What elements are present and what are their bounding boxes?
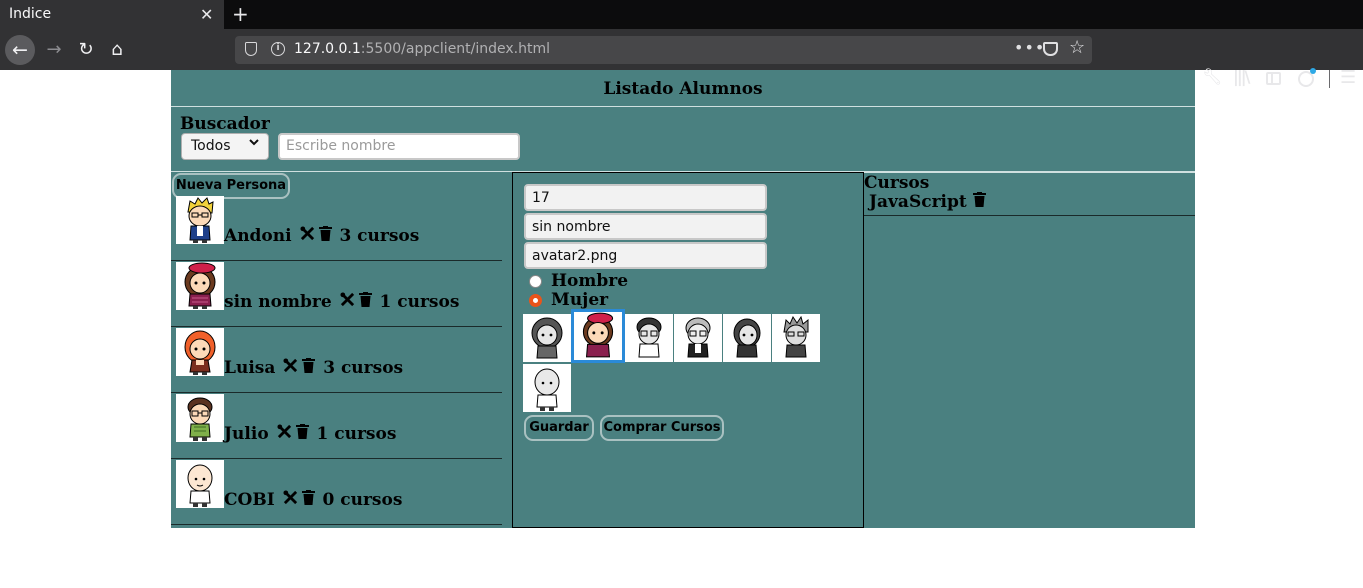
- search-input[interactable]: Escribe nombre: [278, 133, 520, 160]
- save-button[interactable]: Guardar: [524, 415, 594, 441]
- url-bar[interactable]: i 127.0.0.1:5500/appclient/index.html ••…: [235, 36, 1092, 64]
- avatar[interactable]: [176, 460, 224, 508]
- course-name-text: JavaScript: [869, 192, 967, 212]
- name-field[interactable]: sin nombre: [524, 213, 767, 240]
- avatar-option[interactable]: [625, 314, 673, 362]
- avatar-option[interactable]: [674, 314, 722, 362]
- avatar[interactable]: [176, 196, 224, 244]
- hamburger-menu-icon[interactable]: ☰: [1340, 67, 1356, 88]
- home-icon[interactable]: ⌂: [103, 36, 131, 64]
- person-row[interactable]: Luisa 3 cursos: [171, 327, 502, 393]
- person-text: COBI 0 cursos: [224, 490, 402, 510]
- trash-icon[interactable]: [301, 490, 315, 510]
- app-page: Listado Alumnos Buscador Todos Escribe n…: [171, 70, 1195, 528]
- avatar-option[interactable]: [772, 314, 820, 362]
- url-path: :5500/appclient/index.html: [360, 41, 551, 57]
- radio-label: Mujer: [551, 290, 609, 310]
- radio-label: Hombre: [551, 271, 629, 291]
- search-section: Buscador Todos Escribe nombre: [171, 107, 1195, 172]
- pocket-icon[interactable]: [1043, 42, 1058, 56]
- buy-courses-button[interactable]: Comprar Cursos: [600, 415, 724, 441]
- url-host: 127.0.0.1: [294, 41, 361, 57]
- person-name: Julio: [224, 424, 269, 444]
- back-arrow-icon[interactable]: ←: [5, 35, 35, 65]
- courses-title: Cursos: [864, 173, 930, 193]
- tab-title: Indice: [9, 6, 52, 22]
- radio-mujer[interactable]: [529, 294, 542, 307]
- avatar-field[interactable]: avatar2.png: [524, 242, 767, 269]
- reload-icon[interactable]: ↻: [72, 36, 100, 64]
- person-row[interactable]: Julio 1 cursos: [171, 393, 502, 459]
- trash-icon[interactable]: [302, 358, 316, 378]
- url-text[interactable]: 127.0.0.1:5500/appclient/index.html: [294, 41, 550, 57]
- page-header: Listado Alumnos: [171, 70, 1195, 107]
- edit-tools-icon[interactable]: [283, 490, 298, 510]
- avatar-option-selected[interactable]: [571, 309, 625, 363]
- forward-arrow-icon[interactable]: →: [40, 36, 68, 64]
- edit-tools-icon[interactable]: [299, 226, 315, 246]
- person-name: COBI: [224, 490, 275, 510]
- person-text: Andoni 3 cursos: [224, 226, 419, 246]
- person-name: Andoni: [224, 226, 292, 246]
- person-course-count: 1 cursos: [316, 424, 397, 444]
- avatar-option[interactable]: [523, 364, 571, 412]
- course-row[interactable]: JavaScript: [864, 191, 1195, 216]
- trash-icon[interactable]: [318, 226, 332, 246]
- new-tab-icon[interactable]: +: [232, 2, 249, 26]
- filter-select-value: Todos: [191, 138, 231, 154]
- person-row[interactable]: sin nombre 1 cursos: [171, 261, 502, 327]
- person-course-count: 1 cursos: [379, 292, 460, 312]
- active-tab[interactable]: Indice ✕: [0, 0, 224, 29]
- person-name: Luisa: [224, 358, 276, 378]
- tab-strip: Indice ✕ +: [0, 0, 1363, 29]
- trash-icon[interactable]: [358, 292, 372, 312]
- search-section-label: Buscador: [180, 114, 270, 134]
- account-icon[interactable]: [1298, 68, 1316, 87]
- person-row[interactable]: COBI 0 cursos: [171, 459, 502, 525]
- avatar[interactable]: [176, 262, 224, 310]
- sidebar-icon[interactable]: [1266, 72, 1281, 85]
- person-course-count: 3 cursos: [339, 226, 420, 246]
- avatar[interactable]: [176, 328, 224, 376]
- person-form: 17 sin nombre avatar2.png Hombre Mujer G…: [512, 172, 864, 528]
- trash-icon[interactable]: [972, 192, 986, 212]
- person-course-count: 3 cursos: [323, 358, 404, 378]
- shield-icon[interactable]: [245, 42, 257, 56]
- avatar-option[interactable]: [523, 314, 571, 362]
- person-text: Luisa 3 cursos: [224, 358, 403, 378]
- more-actions-icon[interactable]: •••: [1014, 38, 1045, 57]
- id-field[interactable]: 17: [524, 184, 767, 211]
- person-course-count: 0 cursos: [322, 490, 403, 510]
- tab-close-icon[interactable]: ✕: [200, 5, 213, 24]
- chevron-down-icon: [248, 136, 260, 151]
- person-text: sin nombre 1 cursos: [224, 292, 459, 312]
- bookmark-star-icon[interactable]: ☆: [1069, 37, 1085, 58]
- page-title: Listado Alumnos: [603, 79, 763, 99]
- edit-tools-icon[interactable]: [340, 292, 355, 312]
- library-icon[interactable]: |||\: [1233, 67, 1250, 86]
- person-row[interactable]: Andoni 3 cursos: [171, 195, 502, 261]
- person-text: Julio 1 cursos: [224, 424, 396, 444]
- avatar[interactable]: [176, 394, 224, 442]
- toolbar-separator: [1329, 70, 1330, 88]
- courses-panel: Cursos JavaScript: [864, 172, 1195, 528]
- filter-select[interactable]: Todos: [181, 133, 269, 160]
- people-list: Nueva Persona Andoni 3 cursos sin nombre…: [171, 172, 502, 528]
- radio-hombre[interactable]: [529, 275, 542, 288]
- info-icon[interactable]: i: [271, 42, 285, 56]
- wrench-icon[interactable]: 🔧︎: [1202, 67, 1222, 86]
- edit-tools-icon[interactable]: [277, 424, 292, 444]
- trash-icon[interactable]: [295, 424, 309, 444]
- edit-tools-icon[interactable]: [283, 358, 298, 378]
- person-name: sin nombre: [224, 292, 332, 312]
- avatar-option[interactable]: [723, 314, 771, 362]
- course-name: JavaScript: [869, 192, 986, 212]
